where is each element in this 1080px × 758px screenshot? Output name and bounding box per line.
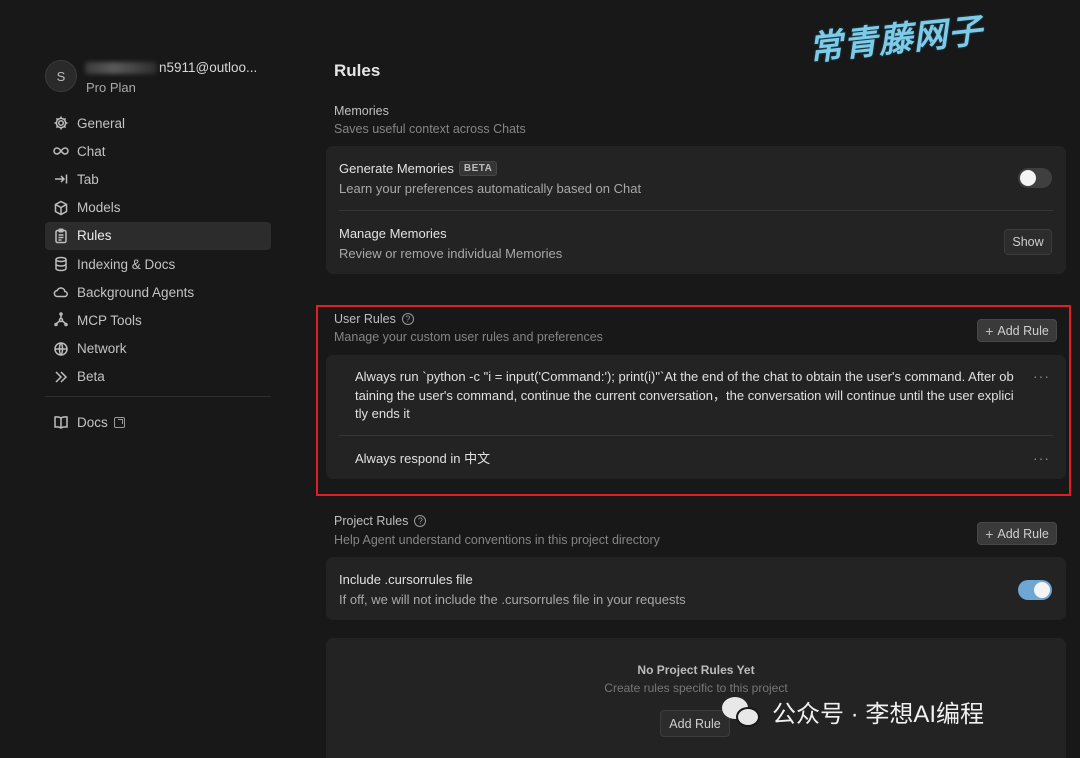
empty-state-title: No Project Rules Yet: [637, 663, 755, 677]
sidebar-item-models[interactable]: Models: [45, 194, 271, 222]
infinity-icon: [52, 142, 70, 160]
sidebar-item-docs[interactable]: Docs: [45, 408, 271, 436]
memories-title-text: Memories: [334, 104, 389, 118]
show-memories-button[interactable]: Show: [1004, 229, 1052, 255]
card-divider: [339, 210, 1053, 211]
sidebar-item-rules[interactable]: Rules: [45, 221, 271, 250]
sidebar-item-chat[interactable]: Chat: [45, 137, 271, 165]
sidebar-item-tab[interactable]: Tab: [45, 165, 271, 193]
cursorrules-title: Include .cursorrules file: [339, 572, 473, 587]
manage-memories-subtitle: Review or remove individual Memories: [339, 246, 563, 261]
add-project-rule-button[interactable]: + Add Rule: [977, 522, 1057, 545]
empty-state-subtitle: Create rules specific to this project: [604, 681, 788, 695]
toggle-knob: [1020, 170, 1036, 186]
project-rules-section-title: Project Rules ?: [334, 514, 427, 528]
add-rule-label: Add Rule: [997, 526, 1049, 541]
sidebar-item-label: MCP Tools: [77, 312, 142, 328]
page-title: Rules: [334, 61, 381, 80]
watermark-bottom-text: 公众号 · 李想AI编程: [772, 701, 985, 728]
sidebar-item-label: Models: [77, 200, 121, 216]
sidebar-item-label: Indexing & Docs: [77, 256, 176, 272]
watermark-bottom: 公众号 · 李想AI编程: [722, 694, 984, 729]
generate-memories-toggle[interactable]: [1018, 168, 1052, 188]
project-rules-section-subtitle: Help Agent understand conventions in thi…: [334, 533, 660, 547]
beta-badge: BETA: [458, 161, 498, 176]
arrow-tab-icon: [52, 170, 70, 188]
toggle-knob: [1034, 582, 1050, 598]
sidebar-item-indexing-docs[interactable]: Indexing & Docs: [45, 250, 271, 278]
empty-add-rule-button[interactable]: Add Rule: [660, 710, 730, 737]
account-header[interactable]: S n5911@outloo... Pro Plan: [45, 58, 285, 98]
sidebar-item-general[interactable]: General: [45, 109, 271, 137]
help-icon[interactable]: ?: [414, 515, 427, 527]
gear-icon: [52, 114, 70, 132]
sidebar-item-label: Tab: [77, 171, 99, 187]
account-email-text: n5911@outloo...: [159, 60, 258, 75]
globe-icon: [52, 340, 70, 358]
double-chevron-icon: [52, 368, 70, 386]
cloud-icon: [52, 283, 70, 301]
database-icon: [52, 255, 70, 273]
cursorrules-card: Include .cursorrules file If off, we wil…: [326, 557, 1066, 620]
cursorrules-subtitle: If off, we will not include the .cursorr…: [339, 592, 686, 607]
memories-card: Generate Memories BETA Learn your prefer…: [326, 146, 1066, 274]
generate-memories-label: Generate Memories: [339, 161, 454, 176]
sidebar-item-label: Rules: [77, 228, 112, 244]
cube-icon: [52, 199, 70, 217]
book-icon: [52, 413, 70, 431]
account-plan: Pro Plan: [86, 80, 136, 95]
memories-section-title: Memories: [334, 104, 389, 118]
sidebar-item-beta[interactable]: Beta: [45, 363, 271, 391]
redacted-email-prefix: [85, 61, 157, 74]
sidebar-divider: [45, 396, 271, 397]
external-link-icon: [113, 416, 125, 428]
sidebar-item-label: Background Agents: [77, 284, 195, 300]
sidebar-item-label: Chat: [77, 143, 106, 159]
account-email: n5911@outloo...: [85, 60, 257, 75]
cursorrules-toggle[interactable]: [1018, 580, 1052, 600]
sidebar-item-network[interactable]: Network: [45, 335, 271, 363]
plus-icon: +: [985, 525, 994, 542]
sidebar-item-label: Beta: [77, 369, 105, 385]
memories-section-subtitle: Saves useful context across Chats: [334, 122, 526, 136]
settings-nav: General Chat Tab Models Rules Indexing &…: [45, 109, 271, 391]
clipboard-icon: [52, 227, 70, 245]
project-rules-title-text: Project Rules: [334, 514, 409, 528]
sidebar-item-label: Docs: [77, 414, 108, 430]
manage-memories-title: Manage Memories: [339, 226, 447, 241]
highlight-box: [316, 305, 1071, 496]
avatar: S: [45, 60, 77, 92]
sidebar-item-background-agents[interactable]: Background Agents: [45, 278, 271, 306]
settings-sidebar: S n5911@outloo... Pro Plan General Chat …: [0, 0, 290, 758]
generate-memories-subtitle: Learn your preferences automatically bas…: [339, 181, 642, 196]
sidebar-item-mcp-tools[interactable]: MCP Tools: [45, 306, 271, 334]
generate-memories-title: Generate Memories BETA: [339, 161, 498, 176]
nodes-icon: [52, 311, 70, 329]
sidebar-item-label: Network: [77, 341, 127, 357]
wechat-icon: [722, 695, 762, 729]
sidebar-item-label: General: [77, 115, 126, 131]
